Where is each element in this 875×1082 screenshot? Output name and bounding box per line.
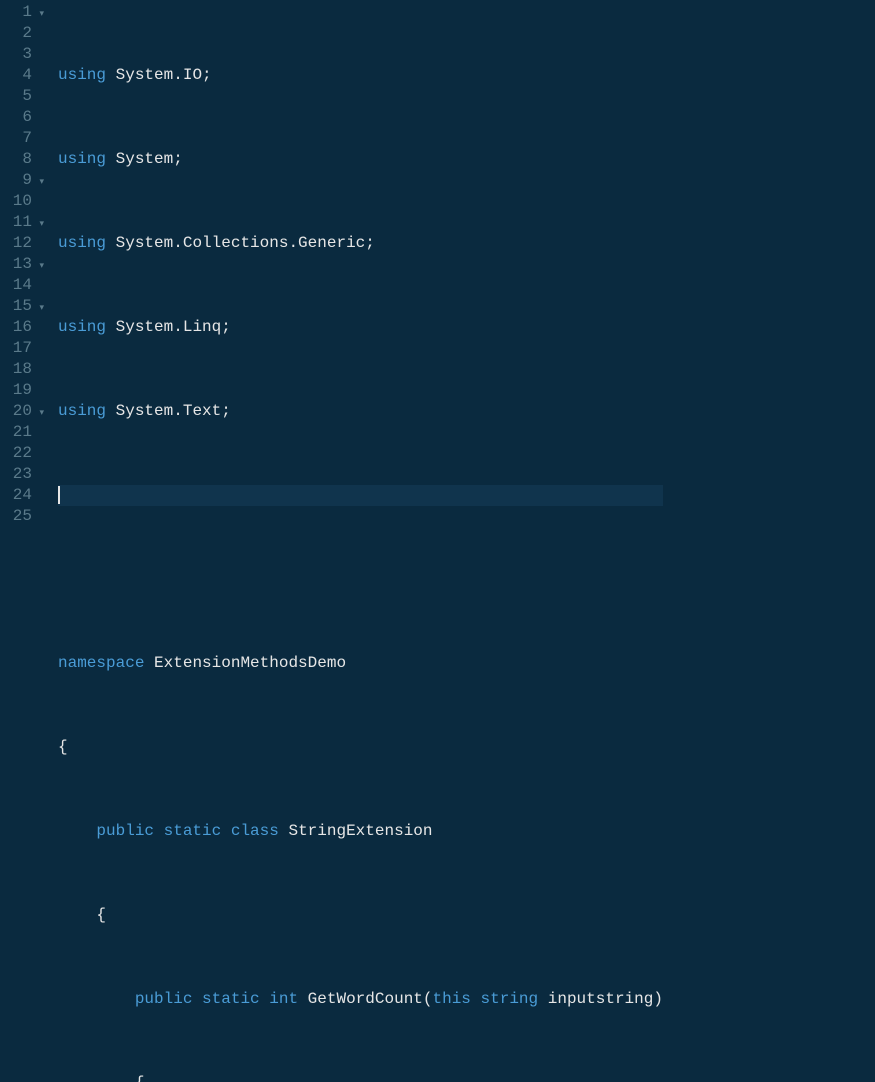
namespace-ref: System.Linq xyxy=(116,318,222,336)
keyword: this xyxy=(433,990,471,1008)
line-number: 23 xyxy=(0,464,32,485)
namespace-name: ExtensionMethodsDemo xyxy=(154,654,346,672)
code-line[interactable]: namespace ExtensionMethodsDemo xyxy=(58,653,663,674)
line-number: 17 xyxy=(0,338,32,359)
namespace-ref: System.Collections.Generic xyxy=(116,234,366,252)
line-number: 12 xyxy=(0,233,32,254)
code-line[interactable]: using System.Collections.Generic; xyxy=(58,233,663,254)
line-number: 1▾ xyxy=(0,2,32,23)
line-number: 5 xyxy=(0,86,32,107)
line-number: 9▾ xyxy=(0,170,32,191)
semicolon: ; xyxy=(173,150,183,168)
namespace-ref: System.IO xyxy=(116,66,202,84)
keyword: using xyxy=(58,318,106,336)
line-number: 15▾ xyxy=(0,296,32,317)
code-line[interactable]: public static class StringExtension xyxy=(58,821,663,842)
paren-open: ( xyxy=(423,990,433,1008)
code-line-active[interactable] xyxy=(58,485,663,506)
line-number: 4 xyxy=(0,65,32,86)
semicolon: ; xyxy=(221,402,231,420)
text-cursor xyxy=(58,486,60,504)
keyword: public xyxy=(135,990,193,1008)
code-line[interactable]: public static int GetWordCount(this stri… xyxy=(58,989,663,1010)
code-line[interactable]: using System.Linq; xyxy=(58,317,663,338)
method-name: GetWordCount xyxy=(308,990,423,1008)
line-number: 18 xyxy=(0,359,32,380)
line-number: 7 xyxy=(0,128,32,149)
line-number: 16 xyxy=(0,317,32,338)
code-line[interactable]: { xyxy=(58,905,663,926)
semicolon: ; xyxy=(365,234,375,252)
type: string xyxy=(481,990,539,1008)
line-number: 19 xyxy=(0,380,32,401)
keyword: public xyxy=(96,822,154,840)
line-number: 3 xyxy=(0,44,32,65)
code-line[interactable]: { xyxy=(58,737,663,758)
line-number: 13▾ xyxy=(0,254,32,275)
keyword: using xyxy=(58,234,106,252)
paren-close: ) xyxy=(653,990,663,1008)
keyword: namespace xyxy=(58,654,144,672)
code-line[interactable]: { xyxy=(58,1073,663,1082)
type: int xyxy=(269,990,298,1008)
keyword: class xyxy=(231,822,279,840)
namespace-ref: System xyxy=(116,150,174,168)
line-number: 2 xyxy=(0,23,32,44)
line-number: 21 xyxy=(0,422,32,443)
semicolon: ; xyxy=(202,66,212,84)
line-number: 8 xyxy=(0,149,32,170)
line-number: 22 xyxy=(0,443,32,464)
code-line[interactable]: using System; xyxy=(58,149,663,170)
line-number: 11▾ xyxy=(0,212,32,233)
line-number: 6 xyxy=(0,107,32,128)
brace-open: { xyxy=(135,1074,145,1082)
brace-open: { xyxy=(96,906,106,924)
keyword: using xyxy=(58,150,106,168)
code-editor: 1▾23456789▾1011▾1213▾1415▾1617181920▾212… xyxy=(0,0,875,541)
keyword: using xyxy=(58,402,106,420)
code-line[interactable]: using System.Text; xyxy=(58,401,663,422)
line-number: 25 xyxy=(0,506,32,527)
code-line[interactable] xyxy=(58,569,663,590)
namespace-ref: System.Text xyxy=(116,402,222,420)
class-name: StringExtension xyxy=(288,822,432,840)
keyword: using xyxy=(58,66,106,84)
code-area[interactable]: using System.IO; using System; using Sys… xyxy=(40,0,663,541)
line-number: 24 xyxy=(0,485,32,506)
line-number: 10 xyxy=(0,191,32,212)
line-number: 20▾ xyxy=(0,401,32,422)
brace-open: { xyxy=(58,738,68,756)
semicolon: ; xyxy=(221,318,231,336)
parameter: inputstring xyxy=(548,990,654,1008)
line-number: 14 xyxy=(0,275,32,296)
keyword: static xyxy=(202,990,260,1008)
code-line[interactable]: using System.IO; xyxy=(58,65,663,86)
keyword: static xyxy=(164,822,222,840)
line-number-gutter: 1▾23456789▾1011▾1213▾1415▾1617181920▾212… xyxy=(0,0,40,541)
